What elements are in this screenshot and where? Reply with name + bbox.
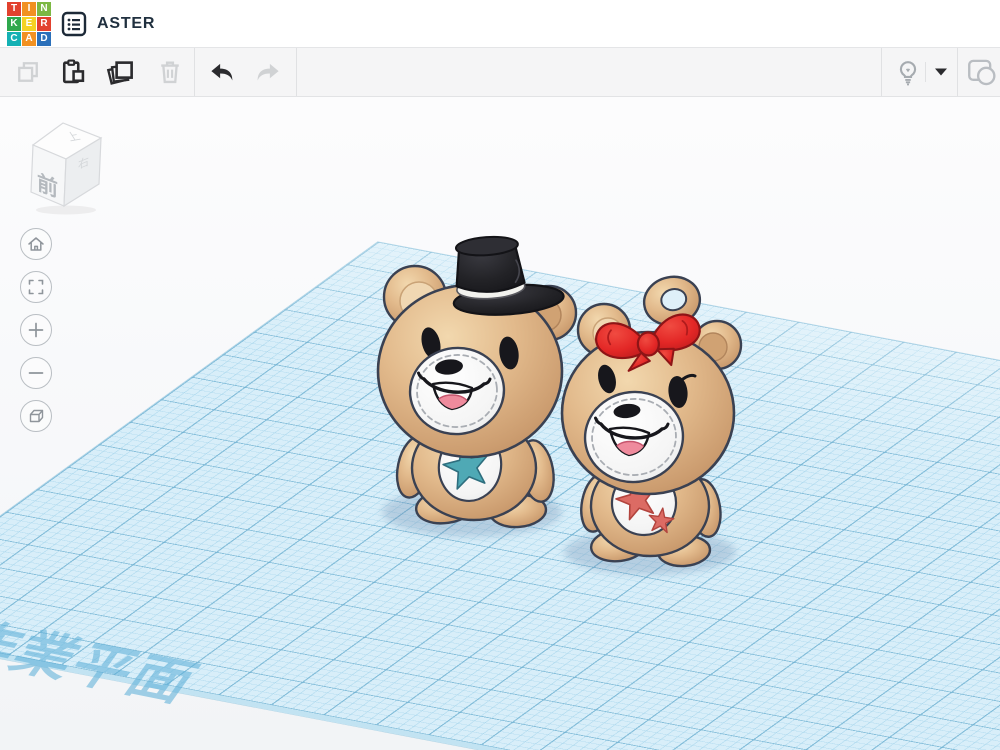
zoom-in-button[interactable]: [20, 314, 52, 346]
adjust-light-button[interactable]: [888, 53, 928, 91]
fit-view-icon: [27, 278, 45, 296]
home-view-button[interactable]: [20, 228, 52, 260]
logo-letter-n: N: [37, 2, 51, 16]
toggle-shapes-panel-button[interactable]: [962, 53, 1000, 91]
teddy-bear-red-bow[interactable]: [562, 272, 741, 575]
plus-icon: [27, 321, 45, 339]
toolbar-separator: [925, 62, 926, 82]
teddy-bear-top-hat[interactable]: [378, 232, 576, 537]
logo-letter-k: K: [7, 17, 21, 31]
duplicate-button[interactable]: [101, 53, 141, 91]
view-controls: [20, 228, 52, 432]
logo-letter-d: D: [37, 32, 51, 46]
trash-icon: [156, 58, 184, 86]
top-bar: TIN KER CAD ASTER: [0, 0, 1000, 48]
view-cube[interactable]: 前 上 右: [20, 117, 112, 217]
design-menu-button[interactable]: [61, 11, 87, 37]
logo-letter-e: E: [22, 17, 36, 31]
bear1-top-hat: [449, 232, 564, 318]
redo-button[interactable]: [248, 53, 288, 91]
toolbar-separator: [194, 48, 195, 96]
minus-icon: [27, 364, 45, 382]
list-menu-icon: [61, 11, 87, 37]
logo-letter-c: C: [7, 32, 21, 46]
shapes-panel-icon: [964, 56, 998, 88]
light-options-dropdown[interactable]: [928, 53, 954, 91]
copy-icon: [14, 58, 42, 86]
toolbar-separator: [296, 48, 297, 96]
lightbulb-icon: [893, 57, 923, 87]
paste-icon: [59, 58, 87, 86]
fit-view-button[interactable]: [20, 271, 52, 303]
orthographic-view-button[interactable]: [20, 400, 52, 432]
logo-letter-r: R: [37, 17, 51, 31]
scene-objects: [0, 97, 1000, 750]
viewport[interactable]: 作業平面 前 上 右: [0, 97, 1000, 750]
design-title: ASTER: [97, 0, 155, 48]
paste-button[interactable]: [53, 53, 93, 91]
copy-button[interactable]: [8, 53, 48, 91]
toolbar-separator: [881, 48, 882, 96]
undo-icon: [207, 57, 237, 87]
logo-letter-t: T: [7, 2, 21, 16]
toolbar-separator: [957, 48, 958, 96]
toolbar: [0, 48, 1000, 97]
undo-button[interactable]: [202, 53, 242, 91]
tinkercad-logo[interactable]: TIN KER CAD: [7, 2, 54, 47]
caret-down-icon: [934, 67, 948, 77]
zoom-out-button[interactable]: [20, 357, 52, 389]
logo-letter-i: I: [22, 2, 36, 16]
home-icon: [26, 234, 46, 254]
perspective-box-icon: [26, 406, 46, 426]
logo-letter-a: A: [22, 32, 36, 46]
redo-icon: [253, 57, 283, 87]
delete-button[interactable]: [150, 53, 190, 91]
duplicate-icon: [106, 57, 136, 87]
